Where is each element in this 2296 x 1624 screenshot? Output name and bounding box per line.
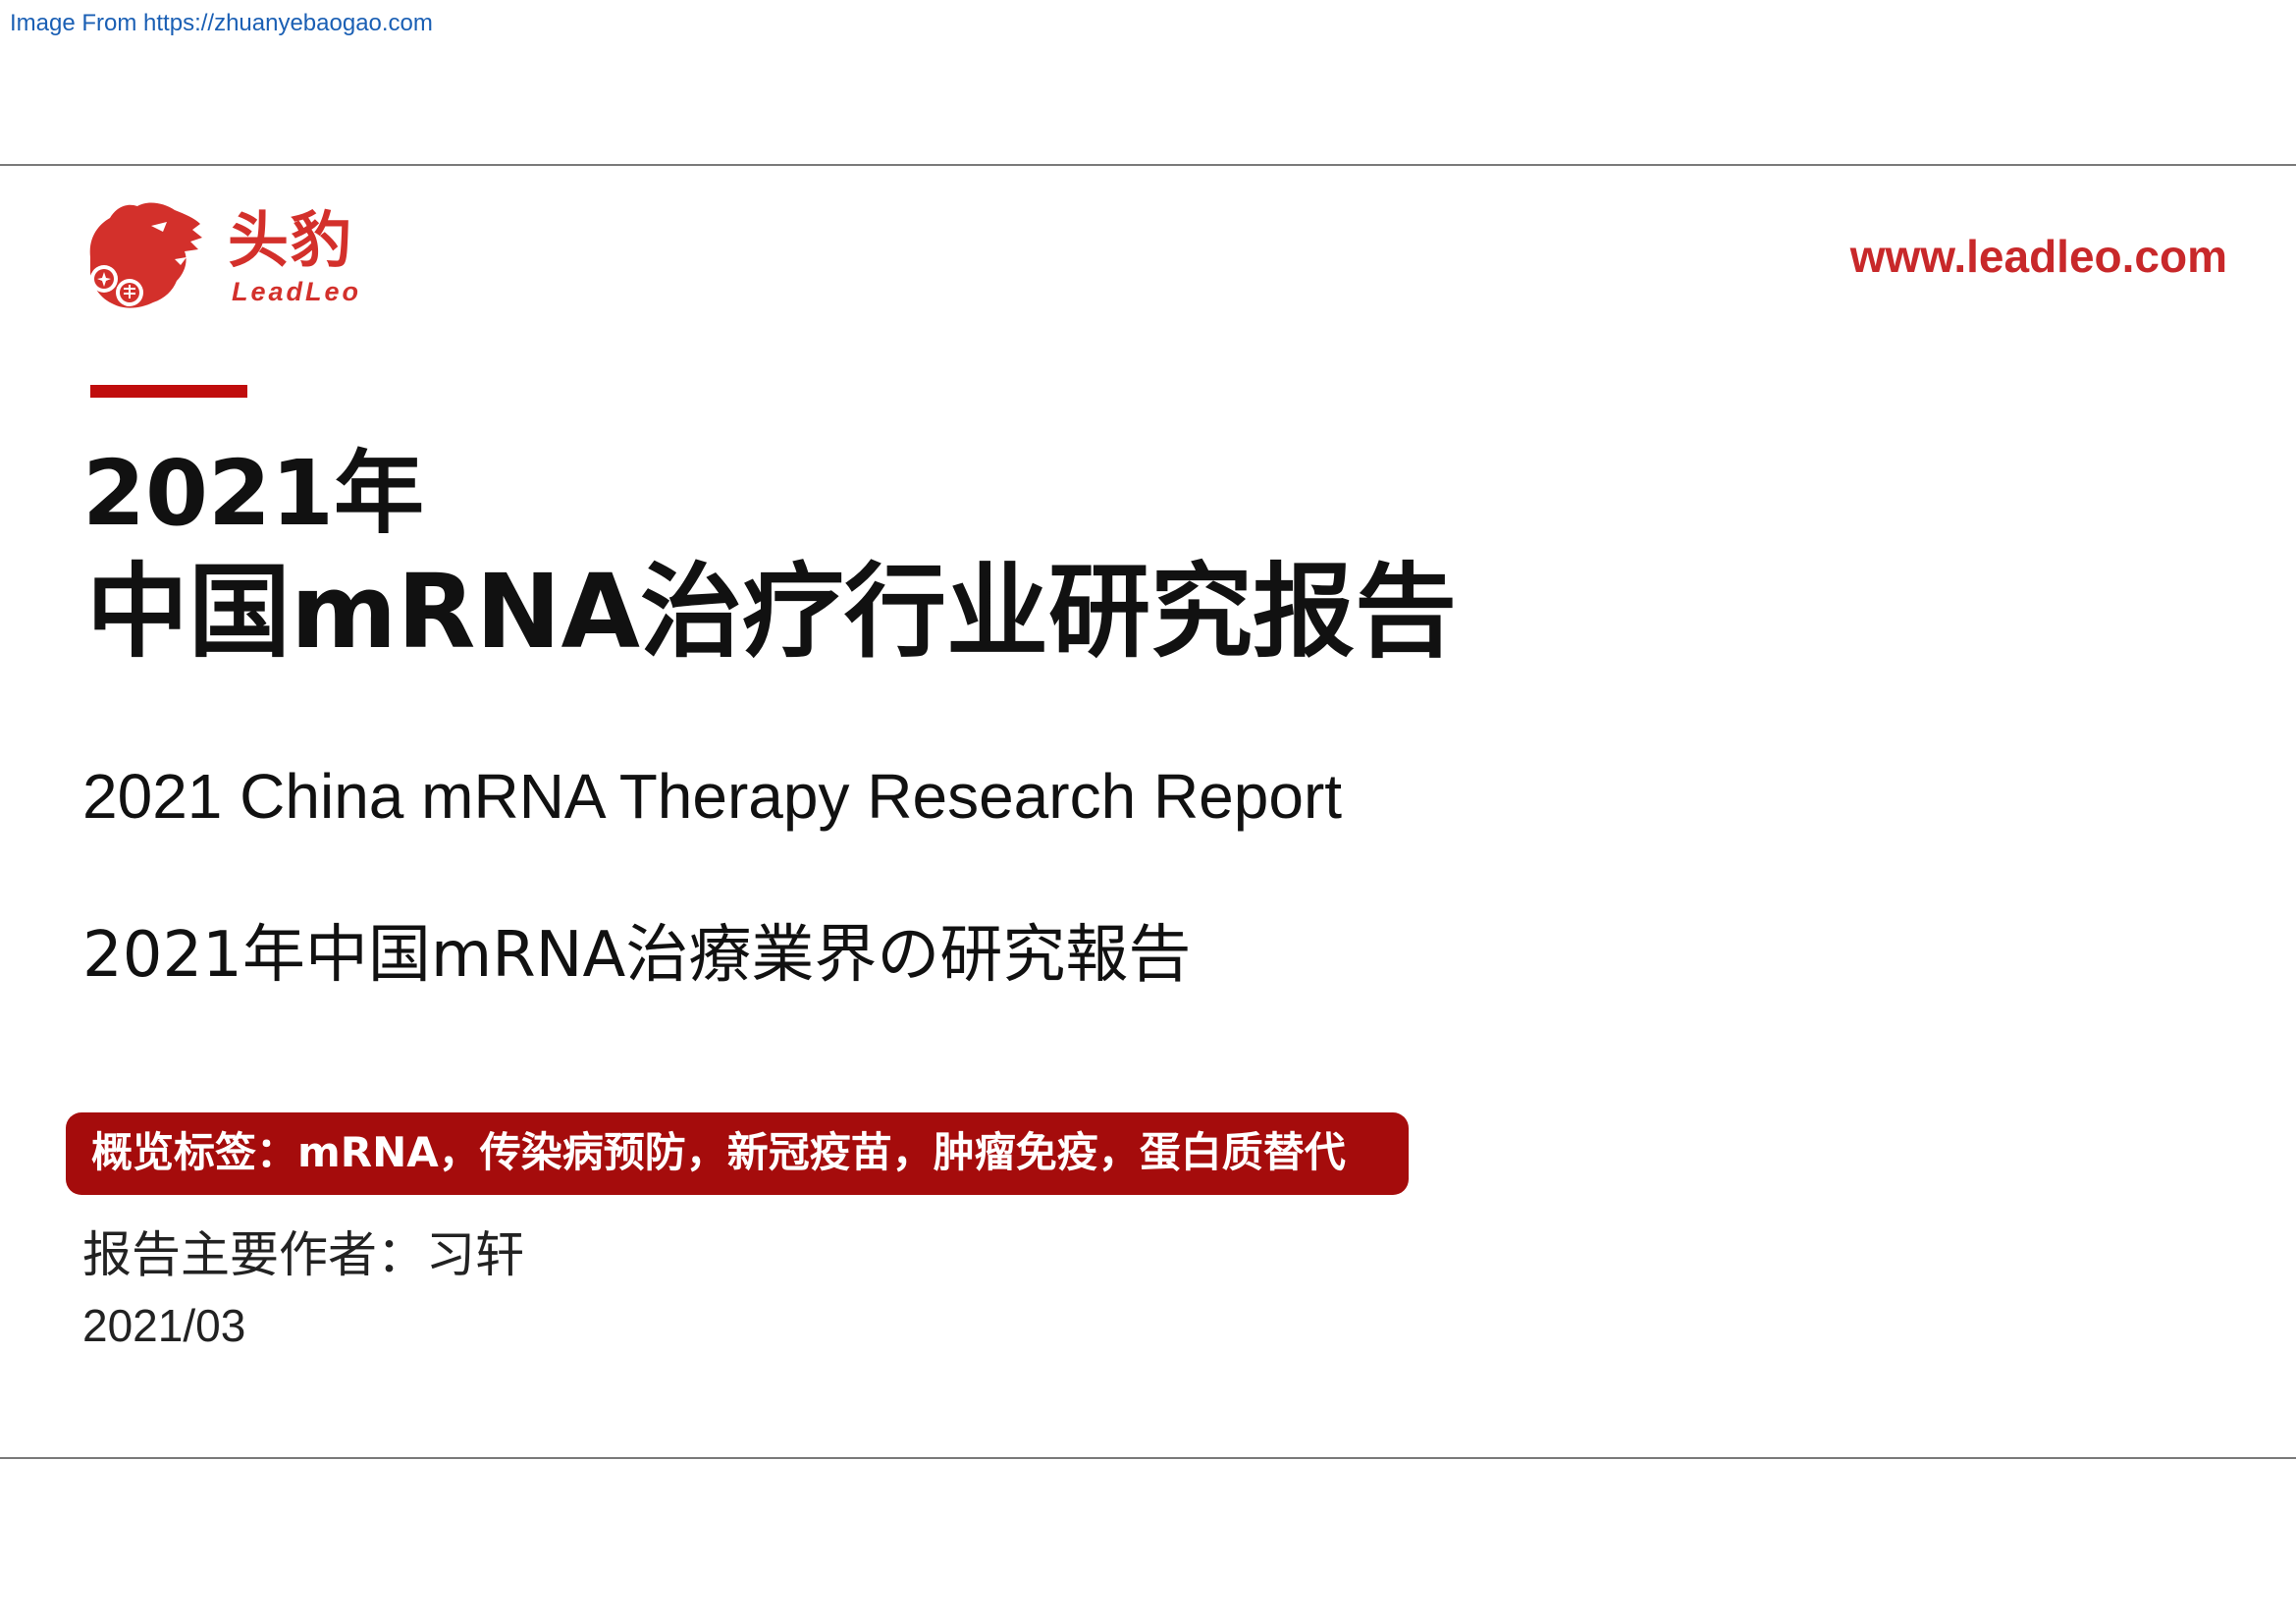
website-link[interactable]: www.leadleo.com: [1850, 230, 2227, 283]
leopard-head-icon: [89, 202, 202, 308]
title-main: 中国mRNA治疗行业研究报告: [86, 552, 1457, 672]
top-divider: [0, 164, 2296, 166]
title-japanese: 2021年中国mRNA治療業界の研究報告: [82, 919, 1192, 992]
overview-tags-banner: 概览标签：mRNA，传染病预防，新冠疫苗，肿瘤免疫，蛋白质替代: [66, 1112, 1409, 1195]
report-author: 报告主要作者：习轩: [82, 1226, 524, 1283]
overview-tags-text: 概览标签：mRNA，传染病预防，新冠疫苗，肿瘤免疫，蛋白质替代: [91, 1128, 1346, 1176]
bottom-divider: [0, 1457, 2296, 1459]
report-date: 2021/03: [82, 1300, 246, 1351]
title-english: 2021 China mRNA Therapy Research Report: [82, 761, 1343, 832]
brand-name-cn: 头豹: [228, 204, 354, 276]
brand-name-en: LeadLeo: [232, 277, 362, 306]
leadleo-logo: 头豹 LeadLeo: [82, 200, 367, 316]
title-year: 2021年: [82, 441, 425, 546]
source-link[interactable]: Image From https://zhuanyebaogao.com: [10, 10, 433, 37]
accent-bar: [90, 385, 247, 398]
